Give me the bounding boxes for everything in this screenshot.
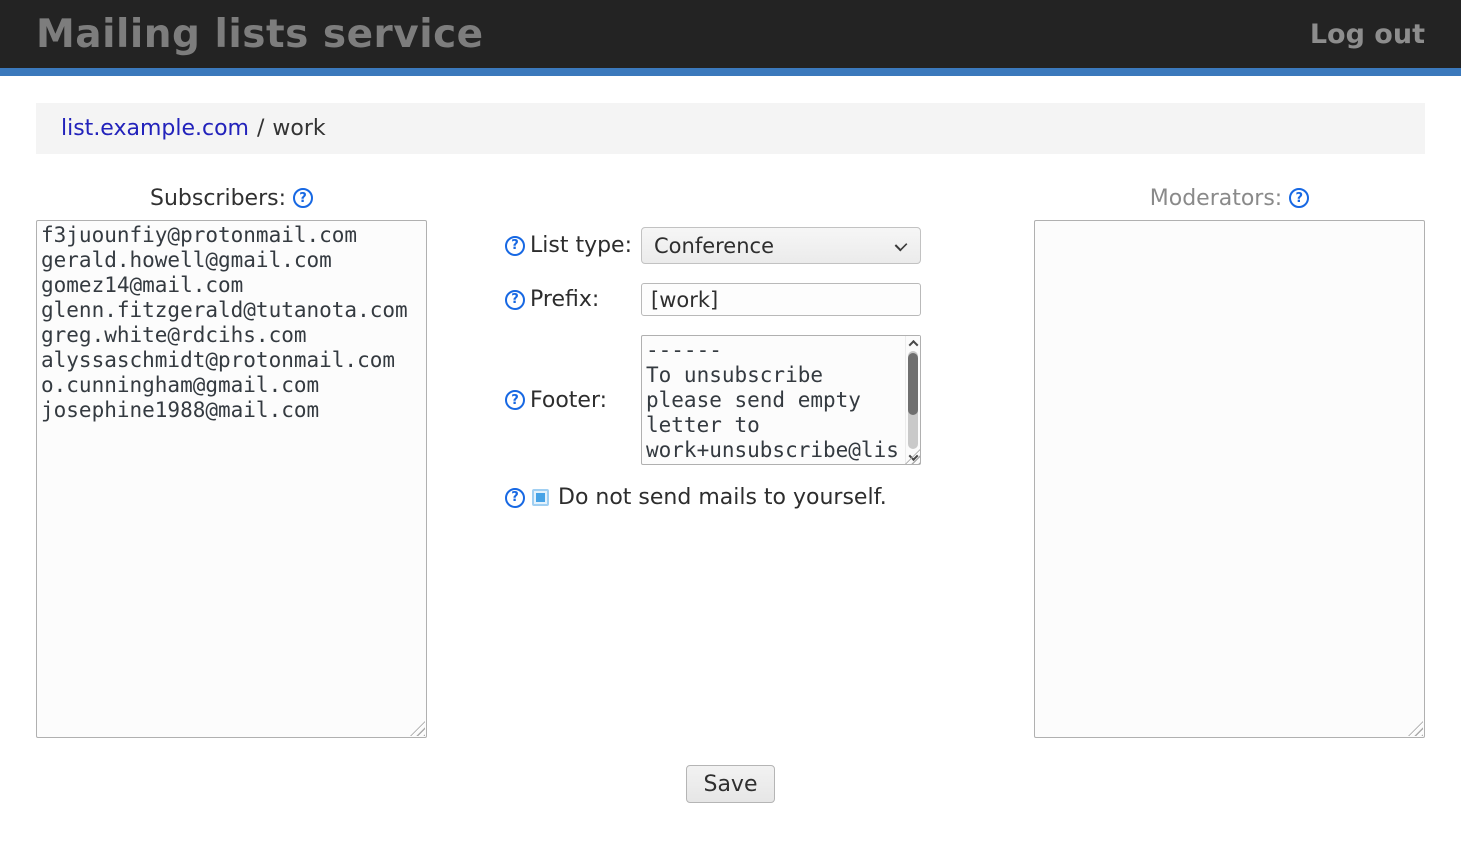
footer-row: ? Footer: ------ To unsubscribe please s…	[505, 335, 1034, 465]
self-mail-label: Do not send mails to yourself.	[558, 485, 887, 510]
list-type-help-icon[interactable]: ?	[505, 236, 525, 256]
prefix-row: ? Prefix:	[505, 283, 1034, 316]
list-settings-form: ? List type: Conference ? Prefix: ? Foot…	[427, 184, 1034, 510]
list-type-select-wrap: Conference	[641, 227, 921, 264]
moderators-textarea[interactable]	[1034, 220, 1425, 738]
breadcrumb-domain-link[interactable]: list.example.com	[61, 116, 249, 141]
prefix-label: Prefix:	[530, 287, 636, 312]
self-mail-help-icon[interactable]: ?	[505, 488, 525, 508]
breadcrumb: list.example.com / work	[36, 103, 1425, 154]
scroll-up-icon[interactable]	[906, 336, 920, 350]
save-button[interactable]: Save	[686, 765, 774, 803]
scrollbar-thumb[interactable]	[908, 353, 918, 415]
subscribers-heading: Subscribers: ?	[36, 184, 427, 212]
breadcrumb-current: work	[272, 116, 325, 141]
scrollbar-track[interactable]	[908, 351, 918, 449]
footer-textarea[interactable]: ------ To unsubscribe please send empty …	[641, 335, 921, 465]
subscribers-box: f3juounfiy@protonmail.com gerald.howell@…	[36, 220, 427, 738]
logout-link[interactable]: Log out	[1310, 19, 1425, 50]
footer-scrollbar[interactable]	[905, 336, 920, 464]
moderators-help-icon[interactable]: ?	[1289, 188, 1309, 208]
footer-box: ------ To unsubscribe please send empty …	[641, 335, 921, 465]
checkbox-check-icon	[536, 493, 545, 502]
moderators-label: Moderators:	[1150, 186, 1282, 211]
header: Mailing lists service Log out	[0, 0, 1461, 76]
footer-label: Footer:	[530, 388, 636, 413]
page: Mailing lists service Log out list.examp…	[0, 0, 1461, 867]
list-type-row: ? List type: Conference	[505, 227, 1034, 264]
list-type-label: List type:	[530, 233, 636, 258]
self-mail-checkbox[interactable]	[532, 489, 549, 506]
prefix-help-icon[interactable]: ?	[505, 290, 525, 310]
list-type-select[interactable]: Conference	[641, 227, 921, 264]
app-title: Mailing lists service	[36, 12, 484, 57]
main-content: Subscribers: ? f3juounfiy@protonmail.com…	[0, 184, 1461, 738]
subscribers-panel: Subscribers: ? f3juounfiy@protonmail.com…	[36, 184, 427, 738]
footer-help-icon[interactable]: ?	[505, 390, 525, 410]
self-mail-row: ? Do not send mails to yourself.	[505, 485, 1034, 510]
moderators-box	[1034, 220, 1425, 738]
subscribers-label: Subscribers:	[150, 186, 286, 211]
moderators-heading: Moderators: ?	[1034, 184, 1425, 212]
subscribers-help-icon[interactable]: ?	[293, 188, 313, 208]
breadcrumb-separator: /	[257, 116, 264, 141]
moderators-panel: Moderators: ?	[1034, 184, 1425, 738]
save-row: Save	[0, 765, 1461, 803]
prefix-input[interactable]	[641, 283, 921, 316]
subscribers-textarea[interactable]: f3juounfiy@protonmail.com gerald.howell@…	[36, 220, 427, 738]
